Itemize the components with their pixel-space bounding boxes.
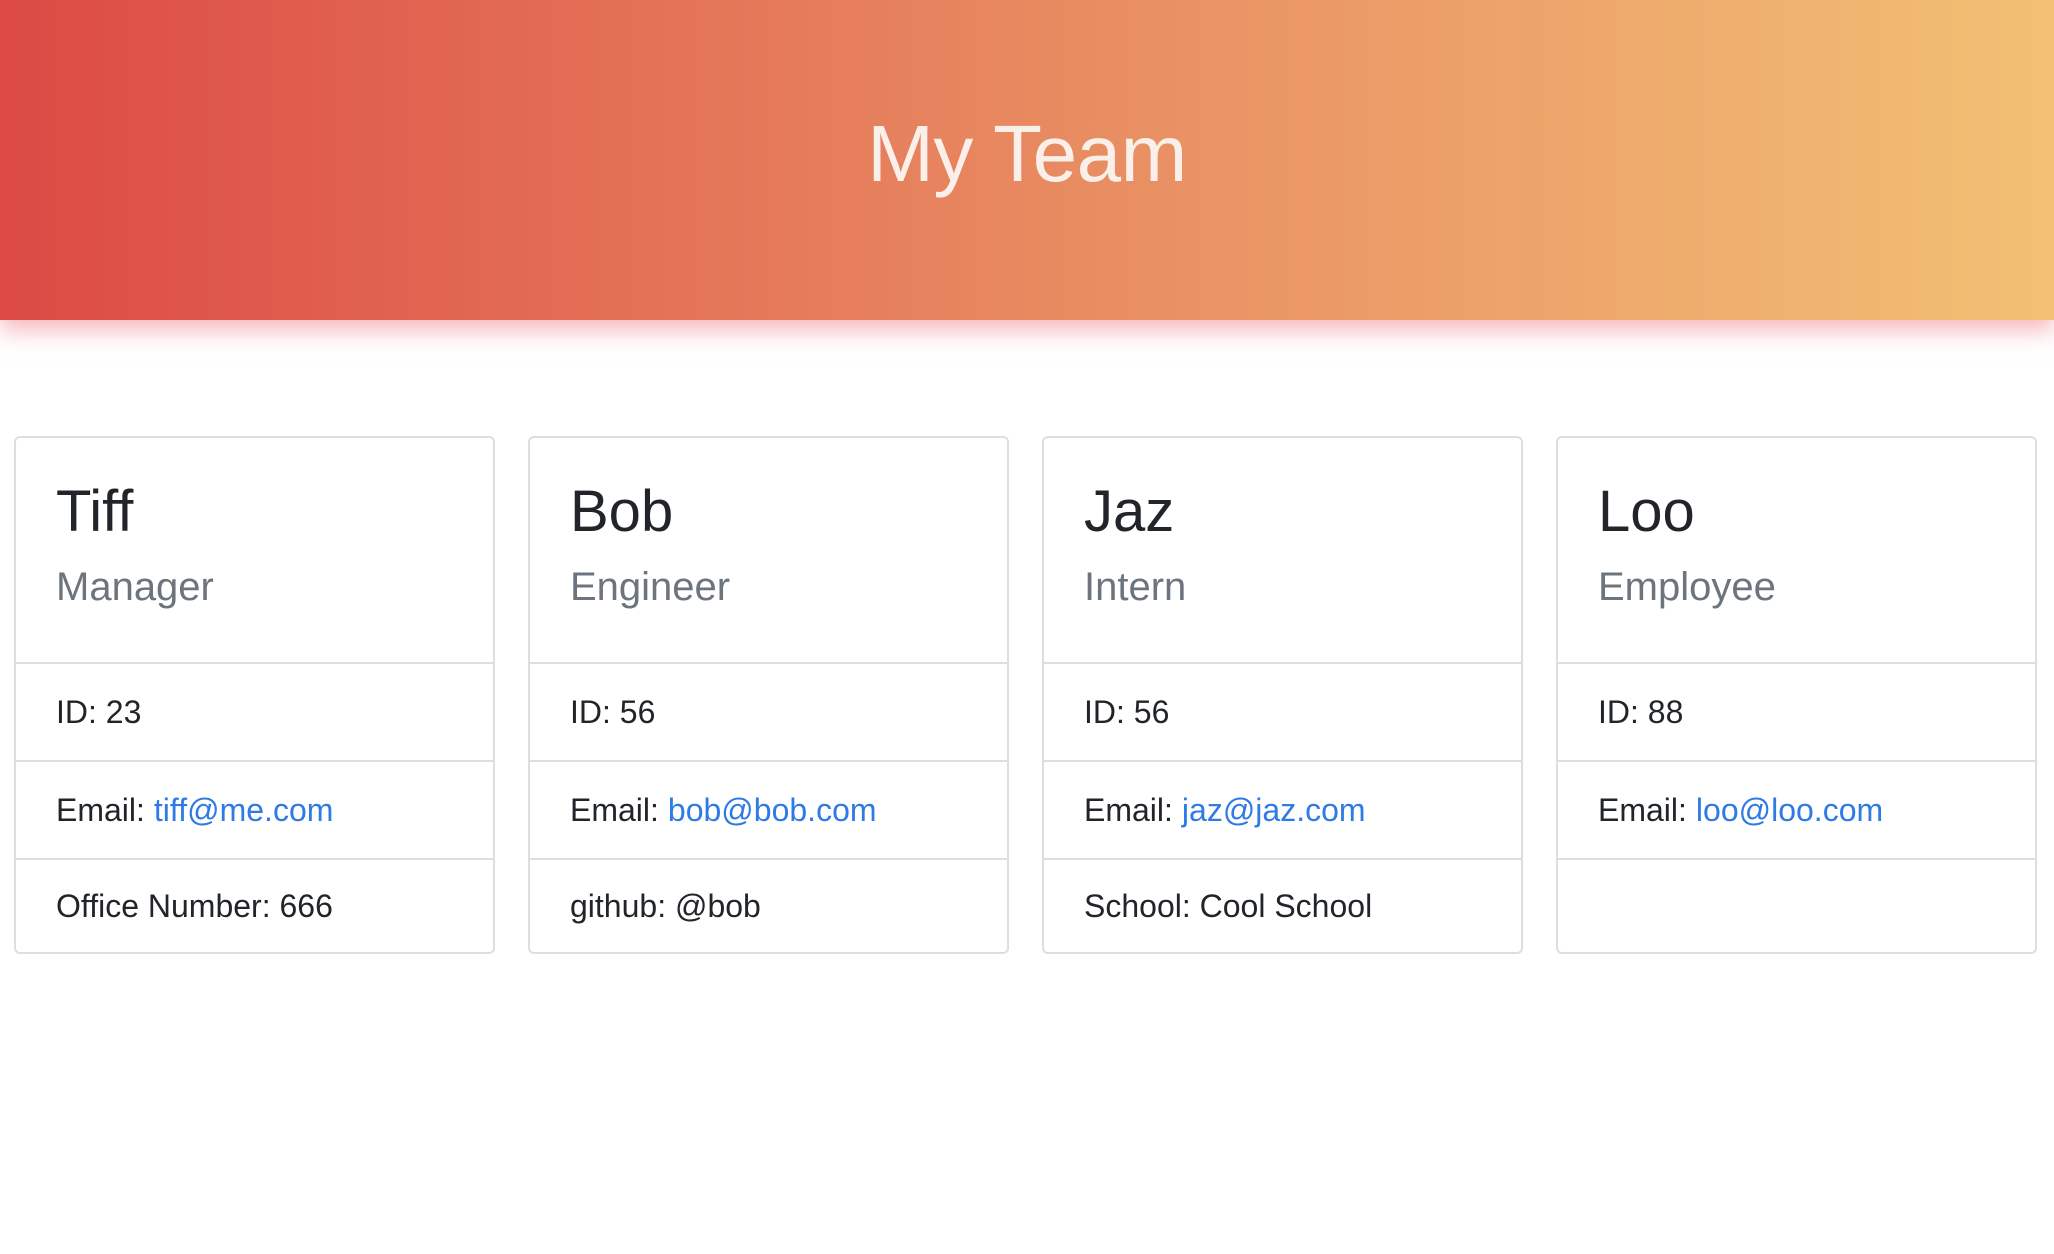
employee-card-jaz: Jaz Intern ID: 56 Email: jaz@jaz.com Sch… [1042, 436, 1523, 954]
empty-extra-row [1558, 860, 2035, 952]
team-cards: Tiff Manager ID: 23 Email: tiff@me.com O… [14, 436, 2037, 954]
employee-role: Intern [1084, 565, 1187, 609]
email-link[interactable]: loo@loo.com [1696, 792, 1883, 829]
employee-card-bob: Bob Engineer ID: 56 Email: bob@bob.com g… [528, 436, 1009, 954]
email-label: Email: [56, 791, 145, 828]
card-header: Loo Employee [1558, 438, 2035, 664]
employee-role: Engineer [570, 565, 731, 609]
employee-id: ID: 56 [530, 664, 1007, 762]
employee-card-loo: Loo Employee ID: 88 Email: loo@loo.com [1556, 436, 2037, 954]
card-header: Jaz Intern [1044, 438, 1521, 664]
employee-name: Jaz [1084, 479, 1175, 544]
email-link[interactable]: tiff@me.com [154, 792, 333, 829]
school-name: School: Cool School [1084, 887, 1373, 924]
employee-name: Loo [1598, 479, 1695, 544]
email-link[interactable]: jaz@jaz.com [1182, 792, 1366, 829]
employee-id: ID: 23 [16, 664, 493, 762]
email-label: Email: [570, 791, 659, 828]
employee-email-row: Email: bob@bob.com [530, 762, 1007, 860]
office-number: Office Number: 666 [56, 887, 333, 924]
card-header: Tiff Manager [16, 438, 493, 664]
page-header: My Team [0, 0, 2054, 320]
email-label: Email: [1598, 791, 1687, 828]
employee-name: Tiff [56, 479, 134, 544]
email-link[interactable]: bob@bob.com [668, 792, 877, 829]
employee-id: ID: 56 [1044, 664, 1521, 762]
employee-email-row: Email: tiff@me.com [16, 762, 493, 860]
employee-role: Employee [1598, 565, 1776, 609]
card-header: Bob Engineer [530, 438, 1007, 664]
employee-email-row: Email: loo@loo.com [1558, 762, 2035, 860]
employee-email-row: Email: jaz@jaz.com [1044, 762, 1521, 860]
employee-name: Bob [570, 479, 674, 544]
email-label: Email: [1084, 791, 1173, 828]
employee-role: Manager [56, 565, 214, 609]
employee-card-tiff: Tiff Manager ID: 23 Email: tiff@me.com O… [14, 436, 495, 954]
page-title: My Team [867, 109, 1187, 198]
github-username: github: @bob [570, 887, 761, 924]
page: My Team Tiff Manager ID: 23 Email: tiff@… [0, 0, 2054, 1254]
employee-id: ID: 88 [1558, 664, 2035, 762]
